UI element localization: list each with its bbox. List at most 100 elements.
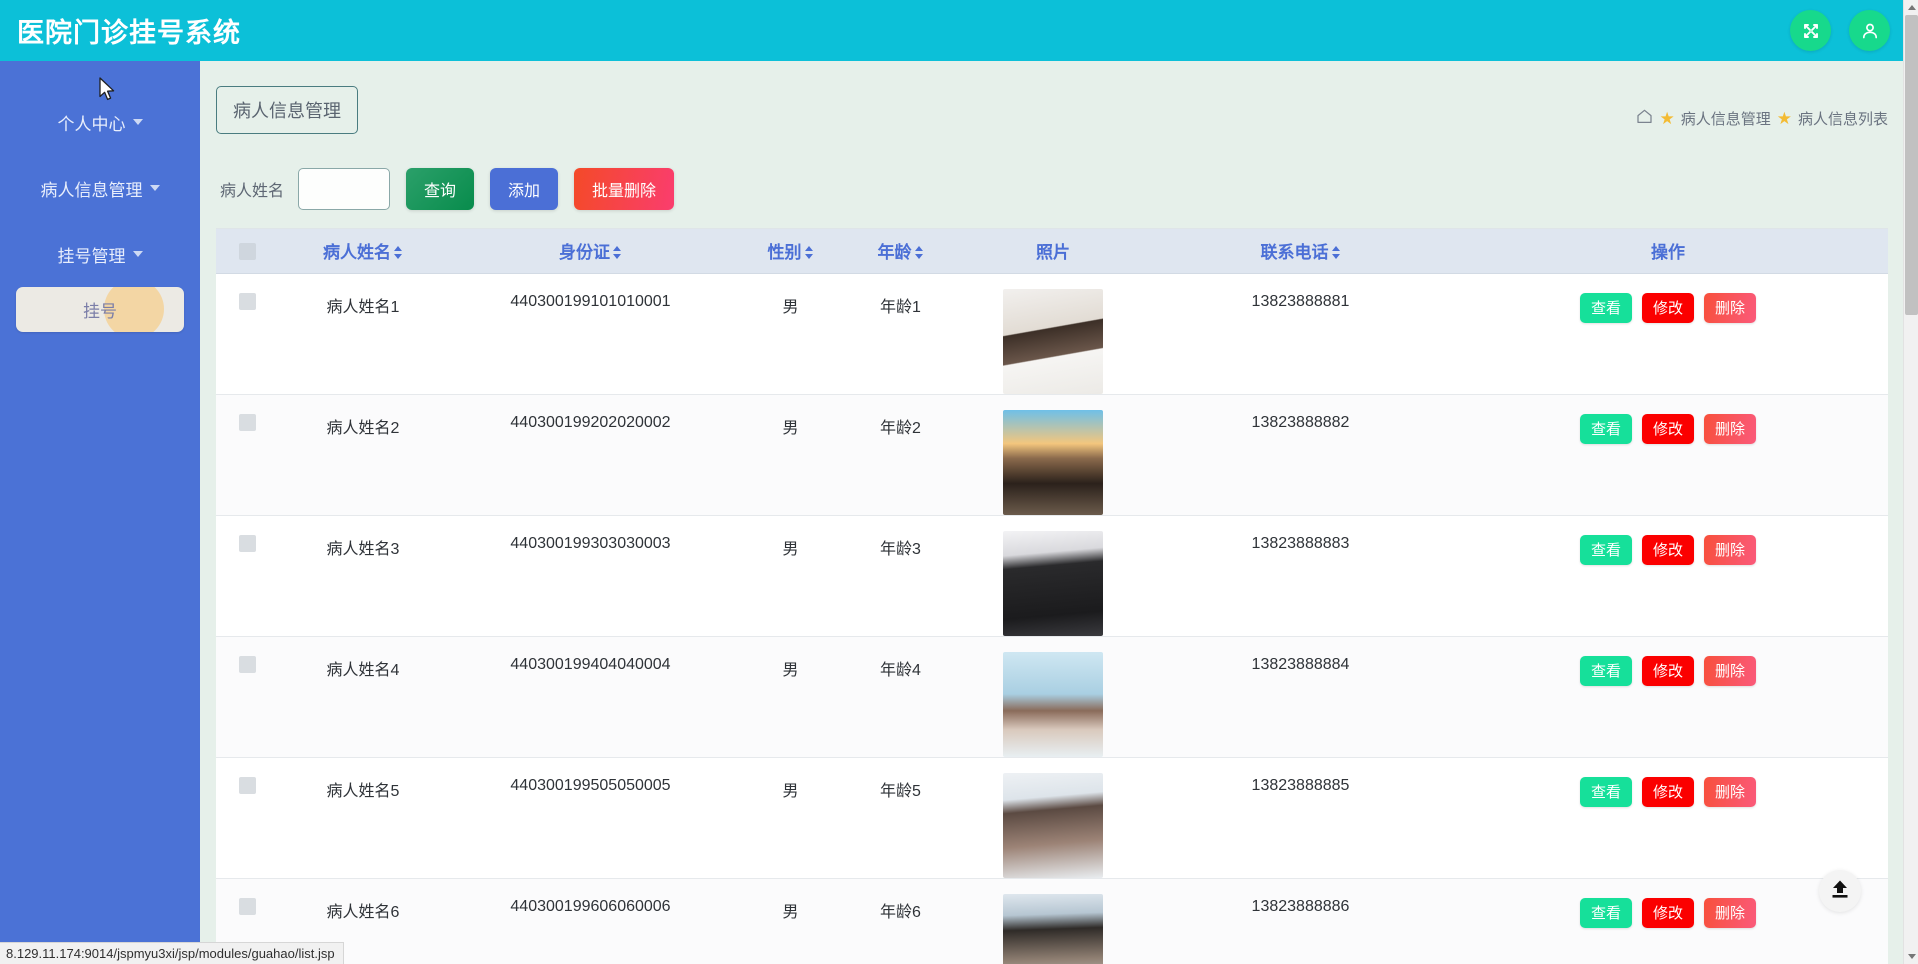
cell-age: 年龄2 — [848, 394, 953, 516]
row-checkbox[interactable] — [238, 292, 256, 310]
user-icon — [1860, 21, 1880, 41]
scrollbar-up-arrow[interactable] — [1904, 0, 1918, 15]
cell-gender: 男 — [733, 273, 848, 395]
add-button[interactable]: 添加 — [490, 168, 559, 210]
search-label: 病人姓名 — [220, 183, 285, 200]
edit-button[interactable]: 修改 — [1641, 534, 1694, 565]
column-header-age[interactable]: 年龄 — [848, 229, 953, 274]
cell-photo — [953, 273, 1153, 395]
row-checkbox[interactable] — [238, 897, 256, 915]
delete-button[interactable]: 删除 — [1704, 655, 1757, 686]
fullscreen-button[interactable] — [1790, 10, 1831, 51]
cell-photo — [953, 515, 1153, 637]
status-bar: 8.129.11.174:9014/jspmyu3xi/jsp/modules/… — [0, 942, 344, 964]
status-bar-url: 8.129.11.174:9014/jspmyu3xi/jsp/modules/… — [6, 946, 335, 961]
row-select-cell — [216, 515, 278, 637]
sidebar-item-label: 挂号管理 — [57, 246, 126, 266]
delete-button[interactable]: 删除 — [1704, 897, 1757, 928]
edit-button[interactable]: 修改 — [1641, 655, 1694, 686]
sort-arrows-icon[interactable] — [914, 245, 924, 260]
cell-photo — [953, 636, 1153, 758]
cell-name: 病人姓名4 — [278, 636, 448, 758]
sort-arrows-icon[interactable] — [613, 245, 622, 260]
sidebar-item-patient-info-management[interactable]: 病人信息管理 — [0, 155, 200, 221]
scrollbar-down-arrow[interactable] — [1904, 949, 1918, 964]
cell-age: 年龄1 — [848, 273, 953, 395]
row-checkbox[interactable] — [238, 413, 256, 431]
column-label: 操作 — [1651, 243, 1685, 263]
patient-photo-6[interactable] — [1003, 893, 1103, 964]
column-header-id-card[interactable]: 身份证 — [448, 229, 733, 274]
user-account-button[interactable] — [1849, 10, 1890, 51]
batch-delete-button[interactable]: 批量删除 — [574, 168, 675, 210]
cell-id-card: 440300199303030003 — [448, 515, 733, 637]
row-checkbox[interactable] — [238, 534, 256, 552]
patient-photo-2[interactable] — [1003, 409, 1103, 515]
sidebar-item-registration-management[interactable]: 挂号管理 — [0, 221, 200, 287]
view-button[interactable]: 查看 — [1579, 897, 1632, 928]
search-input[interactable] — [298, 168, 391, 210]
delete-button[interactable]: 删除 — [1704, 776, 1757, 807]
sidebar-item-personal-center[interactable]: 个人中心 — [0, 89, 200, 155]
cell-name: 病人姓名1 — [278, 273, 448, 395]
column-label: 照片 — [1036, 243, 1070, 263]
edit-button[interactable]: 修改 — [1641, 292, 1694, 323]
delete-button[interactable]: 删除 — [1704, 292, 1757, 323]
table-body: 病人姓名1 440300199101010001 男年龄1 13823888881 查看… — [216, 273, 1888, 964]
chevron-up-icon — [1907, 5, 1916, 10]
page-scrollbar[interactable] — [1903, 0, 1918, 964]
select-all-column — [216, 229, 278, 274]
delete-button[interactable]: 删除 — [1704, 413, 1757, 444]
view-button[interactable]: 查看 — [1579, 655, 1632, 686]
patient-photo-4[interactable] — [1003, 651, 1103, 757]
row-checkbox[interactable] — [238, 655, 256, 673]
query-button[interactable]: 查询 — [406, 168, 475, 210]
patient-photo-5[interactable] — [1003, 772, 1103, 878]
edit-button[interactable]: 修改 — [1641, 413, 1694, 444]
view-button[interactable]: 查看 — [1579, 776, 1632, 807]
sidebar-subitem-registration[interactable]: 挂号 — [16, 287, 184, 332]
breadcrumb-item-patient-info-management[interactable]: 病人信息管理 — [1681, 108, 1771, 129]
select-all-checkbox[interactable] — [238, 242, 256, 260]
row-select-cell — [216, 757, 278, 879]
table-row: 病人姓名2 440300199202020002 男年龄2 13823888882 查看… — [216, 394, 1888, 516]
column-label: 联系电话 — [1260, 243, 1329, 263]
cell-name: 病人姓名2 — [278, 394, 448, 516]
row-checkbox[interactable] — [238, 776, 256, 794]
home-icon[interactable] — [1636, 108, 1653, 129]
star-icon: ★ — [1659, 108, 1675, 128]
view-button[interactable]: 查看 — [1579, 413, 1632, 444]
cell-phone: 13823888881 — [1153, 273, 1448, 395]
row-action-buttons: 查看 修改 删除 — [1448, 292, 1888, 323]
edit-button[interactable]: 修改 — [1641, 776, 1694, 807]
breadcrumb-item-patient-info-list[interactable]: 病人信息列表 — [1798, 108, 1888, 129]
row-action-buttons: 查看 修改 删除 — [1448, 776, 1888, 807]
column-header-name[interactable]: 病人姓名 — [278, 229, 448, 274]
view-button[interactable]: 查看 — [1579, 534, 1632, 565]
star-icon: ★ — [1776, 108, 1792, 128]
table-header-row: 病人姓名 身份证 性别 年龄 照片 联系电话 操作 — [216, 229, 1888, 274]
cell-actions: 查看 修改 删除 — [1448, 273, 1888, 395]
edit-button[interactable]: 修改 — [1641, 897, 1694, 928]
sort-arrows-icon[interactable] — [1331, 245, 1341, 260]
sort-arrows-icon[interactable] — [804, 245, 814, 260]
patient-table-container: 病人姓名 身份证 性别 年龄 照片 联系电话 操作 病人姓名1 44030019… — [216, 228, 1888, 964]
row-action-buttons: 查看 修改 删除 — [1448, 655, 1888, 686]
scroll-to-top-icon — [1828, 877, 1852, 906]
sort-arrows-icon[interactable] — [394, 245, 403, 260]
column-header-gender[interactable]: 性别 — [733, 229, 848, 274]
cell-actions: 查看 修改 删除 — [1448, 636, 1888, 758]
cell-phone: 13823888885 — [1153, 757, 1448, 879]
patient-photo-1[interactable] — [1003, 288, 1103, 394]
app-header: 医院门诊挂号系统 — [0, 0, 1918, 61]
cell-phone: 13823888882 — [1153, 394, 1448, 516]
patient-table: 病人姓名 身份证 性别 年龄 照片 联系电话 操作 病人姓名1 44030019… — [216, 229, 1888, 964]
app-title: 医院门诊挂号系统 — [17, 18, 241, 48]
scrollbar-thumb[interactable] — [1905, 15, 1918, 315]
delete-button[interactable]: 删除 — [1704, 534, 1757, 565]
scroll-to-top-button[interactable] — [1819, 870, 1861, 912]
view-button[interactable]: 查看 — [1579, 292, 1632, 323]
cell-name: 病人姓名5 — [278, 757, 448, 879]
patient-photo-3[interactable] — [1003, 530, 1103, 636]
column-header-phone[interactable]: 联系电话 — [1153, 229, 1448, 274]
